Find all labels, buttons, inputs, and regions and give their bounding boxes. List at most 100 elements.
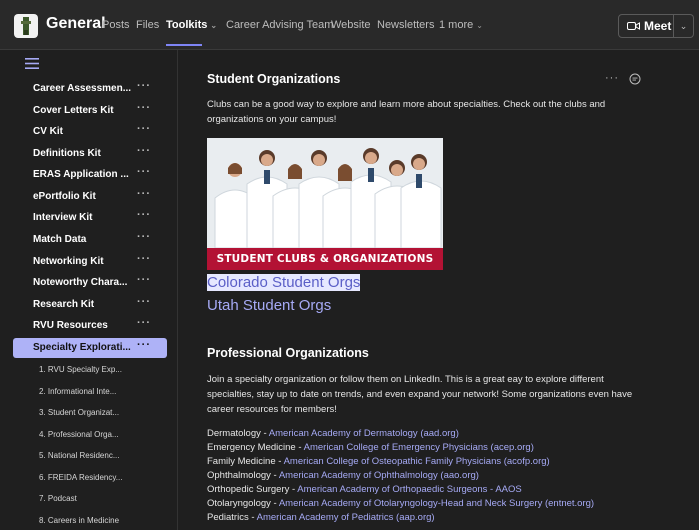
sidebar-item-label: Definitions Kit [33,148,101,159]
specialty-name: Dermatology [207,428,261,439]
more-options-icon[interactable]: ··· [137,231,151,243]
more-options-icon[interactable]: ··· [137,339,151,351]
sidebar-item-eras-application[interactable]: ERAS Application ... ··· [13,165,167,185]
more-options-icon[interactable]: ··· [137,145,151,157]
page-content: Student Organizations ··· Clubs can be a… [179,50,699,530]
specialty-name: Otolaryngology [207,498,271,509]
sidebar-item-label: Career Assessmen... [33,83,132,94]
tab-toolkits-label: Toolkits [166,19,208,31]
more-options-icon[interactable]: ··· [137,209,151,221]
sidebar-subitem[interactable]: 8. Careers in Medicine [39,516,119,525]
org-link[interactable]: American Academy of Ophthalmology (aao.o… [279,470,479,481]
sidebar-item-cv-kit[interactable]: CV Kit ··· [13,122,167,142]
org-list-item: Pediatrics - American Academy of Pediatr… [207,512,435,523]
sidebar-item-eportfolio-kit[interactable]: ePortfolio Kit ··· [13,187,167,207]
sidebar-subitem[interactable]: 3. Student Organizat... [39,408,119,417]
team-logo-icon[interactable] [14,14,38,38]
chevron-down-icon: ⌄ [476,21,483,30]
chevron-down-icon: ⌄ [210,21,218,30]
image-banner-text: STUDENT CLUBS & ORGANIZATIONS [207,248,443,270]
sidebar-item-label: Noteworthy Chara... [33,277,128,288]
hamburger-menu-icon[interactable] [25,58,39,69]
sidebar-item-definitions-kit[interactable]: Definitions Kit ··· [13,144,167,164]
sidebar-item-noteworthy-characteristics[interactable]: Noteworthy Chara... ··· [13,273,167,293]
sidebar-item-label: Interview Kit [33,212,93,223]
more-options-icon[interactable]: ··· [137,166,151,178]
professional-orgs-heading: Professional Organizations [207,346,369,360]
meet-button-label: Meet [644,19,672,33]
student-clubs-image: STUDENT CLUBS & ORGANIZATIONS [207,138,443,270]
sidebar-item-interview-kit[interactable]: Interview Kit ··· [13,208,167,228]
colorado-student-orgs-link[interactable]: Colorado Student Orgs [207,274,361,291]
sidebar-item-research-kit[interactable]: Research Kit ··· [13,295,167,315]
sidebar-item-label: Cover Letters Kit [33,105,114,116]
tab-files[interactable]: Files [136,19,159,31]
org-link[interactable]: American Academy of Orthopaedic Surgeons… [297,484,521,495]
sidebar-subitem[interactable]: 4. Professional Orga... [39,430,119,439]
sidebar-item-label: Match Data [33,234,87,245]
student-orgs-heading: Student Organizations [207,72,341,86]
meet-options-button[interactable]: ⌄ [674,14,694,38]
more-options-icon[interactable]: ··· [137,80,151,92]
specialty-name: Ophthalmology [207,470,271,481]
meet-button[interactable]: Meet [618,14,674,38]
sidebar-item-specialty-exploration[interactable]: Specialty Explorati... ··· [13,338,167,358]
group-photo-illustration [207,138,443,248]
sidebar-item-label: ePortfolio Kit [33,191,96,202]
sidebar-subitem[interactable]: 1. RVU Specialty Exp... [39,365,122,374]
specialty-name: Family Medicine [207,456,276,467]
sidebar-item-label: Specialty Explorati... [33,342,131,353]
more-options-icon[interactable]: ··· [137,296,151,308]
tab-more-label: 1 more [439,19,474,31]
tab-website[interactable]: Website [331,19,371,31]
sidebar-item-networking-kit[interactable]: Networking Kit ··· [13,252,167,272]
org-list-item: Otolaryngology - American Academy of Oto… [207,498,595,509]
sidebar-item-cover-letters-kit[interactable]: Cover Letters Kit ··· [13,101,167,121]
sidebar-subitem[interactable]: 7. Podcast [39,494,77,503]
org-link[interactable]: American Academy of Pediatrics (aap.org) [257,512,435,523]
tab-newsletters[interactable]: Newsletters [377,19,434,31]
active-tab-indicator [166,44,202,46]
channel-title: General [46,15,106,32]
tab-career-advising-team[interactable]: Career Advising Team [226,19,333,31]
org-list-item: Orthopedic Surgery - American Academy of… [207,484,522,495]
video-camera-icon [627,22,640,30]
org-list-item: Family Medicine - American College of Os… [207,456,550,467]
sidebar-subitem[interactable]: 2. Informational Inte... [39,387,116,396]
sidebar-item-label: RVU Resources [33,320,108,331]
org-link[interactable]: American College of Emergency Physicians… [304,442,534,453]
more-options-icon[interactable]: ··· [137,102,151,114]
sidebar-subitem[interactable]: 6. FREIDA Residency... [39,473,122,482]
sidebar-item-label: ERAS Application ... [33,169,129,180]
org-list-item: Dermatology - American Academy of Dermat… [207,428,459,439]
chevron-down-icon: ⌄ [679,21,688,31]
more-options-icon[interactable]: ··· [605,72,619,84]
org-list-item: Emergency Medicine - American College of… [207,442,534,453]
sidebar-item-label: Research Kit [33,299,95,310]
sidebar-item-label: Networking Kit [33,256,104,267]
comment-icon[interactable] [629,73,641,85]
more-options-icon[interactable]: ··· [137,123,151,135]
tab-toolkits[interactable]: Toolkits ⌄ [166,19,217,31]
specialty-name: Orthopedic Surgery [207,484,290,495]
org-link[interactable]: American Academy of Dermatology (aad.org… [269,428,459,439]
more-options-icon[interactable]: ··· [137,253,151,265]
more-options-icon[interactable]: ··· [137,317,151,329]
org-link[interactable]: American College of Osteopathic Family P… [284,456,550,467]
sidebar-subitem[interactable]: 5. National Residenc... [39,451,120,460]
student-orgs-description: Clubs can be a good way to explore and l… [207,99,606,125]
sidebar-item-rvu-resources[interactable]: RVU Resources ··· [13,316,167,336]
tab-posts[interactable]: Posts [102,19,130,31]
sidebar-item-label: CV Kit [33,126,63,137]
more-options-icon[interactable]: ··· [137,188,151,200]
tab-more[interactable]: 1 more ⌄ [439,19,483,31]
specialty-name: Pediatrics [207,512,249,523]
sidebar-item-match-data[interactable]: Match Data ··· [13,230,167,250]
org-link[interactable]: American Academy of Otolaryngology-Head … [279,498,594,509]
org-list-item: Ophthalmology - American Academy of Opht… [207,470,479,481]
more-options-icon[interactable]: ··· [137,274,151,286]
toolkit-sidebar: Career Assessmen... ··· Cover Letters Ki… [0,50,178,530]
utah-student-orgs-link[interactable]: Utah Student Orgs [207,297,331,314]
sidebar-item-career-assessment[interactable]: Career Assessmen... ··· [13,79,167,99]
channel-header: General Posts Files Toolkits ⌄ Career Adv… [0,0,699,50]
